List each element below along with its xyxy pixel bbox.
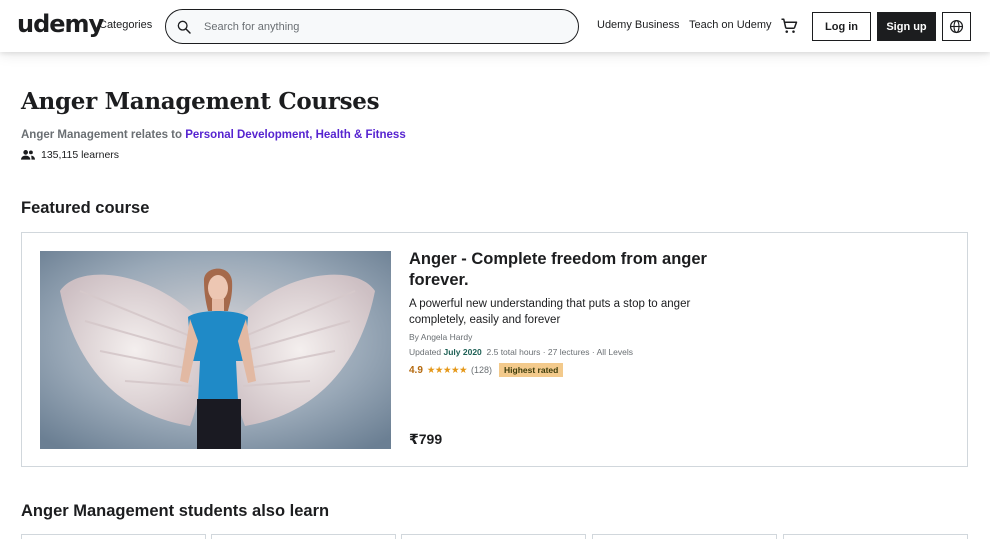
course-meta: Updated July 2020 2.5 total hours · 27 l… bbox=[409, 347, 633, 357]
related-link-personal-development[interactable]: Personal Development bbox=[185, 129, 309, 141]
cart-icon[interactable] bbox=[780, 17, 798, 35]
page-title: Anger Management Courses bbox=[21, 88, 380, 115]
related-link-health-fitness[interactable]: Health & Fitness bbox=[316, 129, 406, 141]
topic-card[interactable] bbox=[783, 534, 968, 539]
logo-text: udemy bbox=[17, 10, 104, 38]
search-icon[interactable] bbox=[176, 19, 192, 35]
topic-card[interactable] bbox=[21, 534, 206, 539]
signup-button[interactable]: Sign up bbox=[877, 12, 936, 41]
updated-prefix: Updated bbox=[409, 347, 444, 357]
learners-count: 135,115 learners bbox=[41, 149, 120, 161]
teach-on-udemy-link[interactable]: Teach on Udemy bbox=[689, 19, 772, 31]
topic-card[interactable] bbox=[211, 534, 396, 539]
learners-info: 135,115 learners bbox=[21, 149, 119, 161]
course-details: 2.5 total hours · 27 lectures · All Leve… bbox=[486, 347, 633, 357]
course-thumbnail[interactable] bbox=[40, 251, 391, 449]
course-price: ₹799 bbox=[409, 431, 443, 447]
relates-prefix: Anger Management relates to bbox=[21, 129, 186, 141]
course-thumbnail-image bbox=[40, 251, 391, 449]
search-input[interactable] bbox=[204, 18, 564, 36]
star-rating-icon: ★★★★★ bbox=[426, 364, 468, 376]
topic-card[interactable] bbox=[592, 534, 777, 539]
also-learn-heading: Anger Management students also learn bbox=[21, 502, 330, 520]
featured-course-card[interactable]: Anger - Complete freedom from anger fore… bbox=[21, 232, 968, 467]
highest-rated-badge: Highest rated bbox=[499, 363, 564, 377]
course-title[interactable]: Anger - Complete freedom from anger fore… bbox=[409, 249, 749, 291]
udemy-business-link[interactable]: Udemy Business bbox=[597, 19, 680, 31]
udemy-logo[interactable]: udemy bbox=[17, 10, 104, 38]
rating-row: 4.9 ★★★★★ (128) Highest rated bbox=[409, 363, 564, 377]
course-author: By Angela Hardy bbox=[409, 332, 473, 342]
globe-icon bbox=[949, 19, 964, 34]
language-button[interactable] bbox=[942, 12, 971, 41]
login-button[interactable]: Log in bbox=[812, 12, 871, 41]
people-icon bbox=[21, 150, 35, 160]
review-count: (128) bbox=[471, 365, 493, 375]
search-bar[interactable] bbox=[165, 9, 579, 44]
updated-date: July 2020 bbox=[443, 347, 482, 357]
top-header: udemy Categories Udemy Business Teach on… bbox=[0, 0, 990, 52]
topic-card[interactable] bbox=[401, 534, 586, 539]
rating-value: 4.9 bbox=[409, 364, 423, 376]
related-topics: Anger Management relates to Personal Dev… bbox=[21, 129, 406, 141]
featured-heading: Featured course bbox=[21, 199, 150, 217]
categories-menu[interactable]: Categories bbox=[99, 19, 152, 31]
course-headline: A powerful new understanding that puts a… bbox=[409, 298, 691, 326]
